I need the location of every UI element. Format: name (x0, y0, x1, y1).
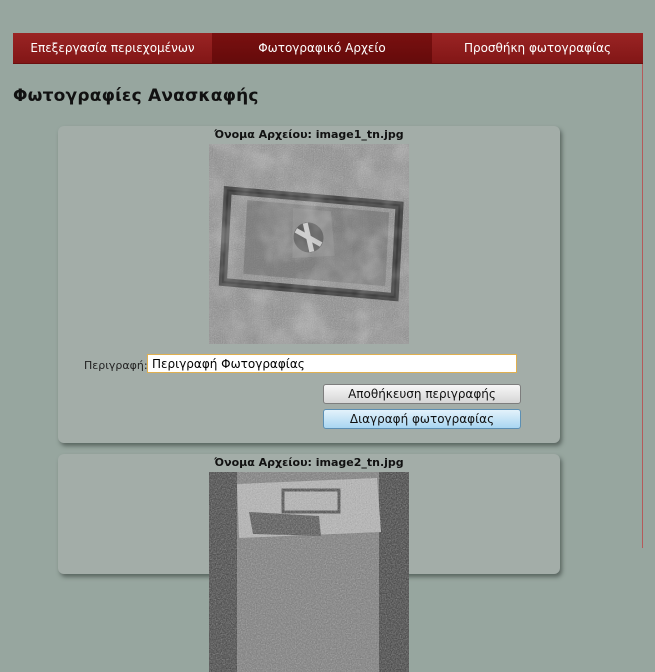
filename-label: Όνομα Αρχείου: (214, 456, 312, 469)
photo-thumbnail[interactable] (209, 472, 409, 672)
photo-card: Όνομα Αρχείου: image2_tn.jpg (58, 454, 560, 672)
main-nav: Επεξεργασία περιεχομένων Φωτογραφικό Αρχ… (13, 33, 643, 64)
description-label: Περιγραφή: (84, 359, 148, 372)
right-border-line (642, 63, 643, 548)
delete-photo-button[interactable]: Διαγραφή φωτογραφίας (323, 409, 521, 429)
mosaic-floor-image (209, 144, 409, 344)
description-input[interactable] (147, 354, 517, 373)
photo-card: Όνομα Αρχείου: image1_tn.jpg Περιγραφή: … (58, 126, 560, 443)
tab-edit-content[interactable]: Επεξεργασία περιεχομένων (13, 33, 212, 63)
filename-row: Όνομα Αρχείου: image1_tn.jpg (58, 128, 560, 141)
filename-label: Όνομα Αρχείου: (214, 128, 312, 141)
photo-thumbnail[interactable] (209, 144, 409, 344)
save-description-button[interactable]: Αποθήκευση περιγραφής (323, 384, 521, 404)
filename-value: image1_tn.jpg (315, 128, 404, 141)
filename-row: Όνομα Αρχείου: image2_tn.jpg (58, 456, 560, 469)
excavation-site-image (209, 472, 409, 672)
filename-value: image2_tn.jpg (315, 456, 404, 469)
page-title: Φωτογραφίες Ανασκαφής (13, 86, 259, 106)
tab-photo-archive[interactable]: Φωτογραφικό Αρχείο (212, 33, 432, 63)
tab-add-photo[interactable]: Προσθήκη φωτογραφίας (432, 33, 643, 63)
